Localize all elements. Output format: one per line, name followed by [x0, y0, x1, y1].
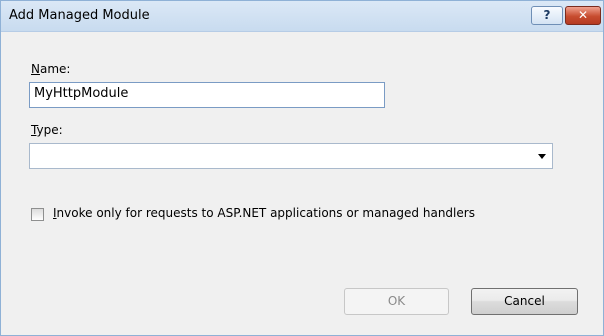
name-input[interactable]: MyHttpModule: [29, 82, 385, 108]
chevron-down-icon[interactable]: [538, 154, 546, 159]
invoke-only-managed-label[interactable]: Invoke only for requests to ASP.NET appl…: [53, 206, 475, 220]
close-button[interactable]: ✕: [565, 6, 601, 25]
type-combobox[interactable]: [29, 143, 553, 169]
type-label: Type:: [31, 123, 63, 137]
add-managed-module-dialog: Add Managed Module ? ✕ Name: MyHttpModul…: [0, 0, 604, 336]
name-label-text: ame:: [39, 62, 71, 76]
dialog-title: Add Managed Module: [9, 8, 150, 23]
close-icon: ✕: [577, 8, 589, 22]
type-label-text: ype:: [36, 123, 63, 137]
cancel-button[interactable]: Cancel: [471, 288, 578, 315]
dialog-body: Name: MyHttpModule Type: Invoke only for…: [1, 32, 603, 335]
invoke-only-managed-checkbox[interactable]: [31, 208, 44, 221]
help-button[interactable]: ?: [531, 6, 563, 25]
name-label-mnemonic: N: [31, 62, 40, 76]
title-bar[interactable]: Add Managed Module ? ✕: [1, 1, 603, 32]
invoke-only-managed-text: nvoke only for requests to ASP.NET appli…: [56, 206, 475, 220]
name-label: Name:: [31, 62, 70, 76]
ok-button[interactable]: OK: [344, 288, 449, 315]
help-icon: ?: [543, 8, 551, 22]
